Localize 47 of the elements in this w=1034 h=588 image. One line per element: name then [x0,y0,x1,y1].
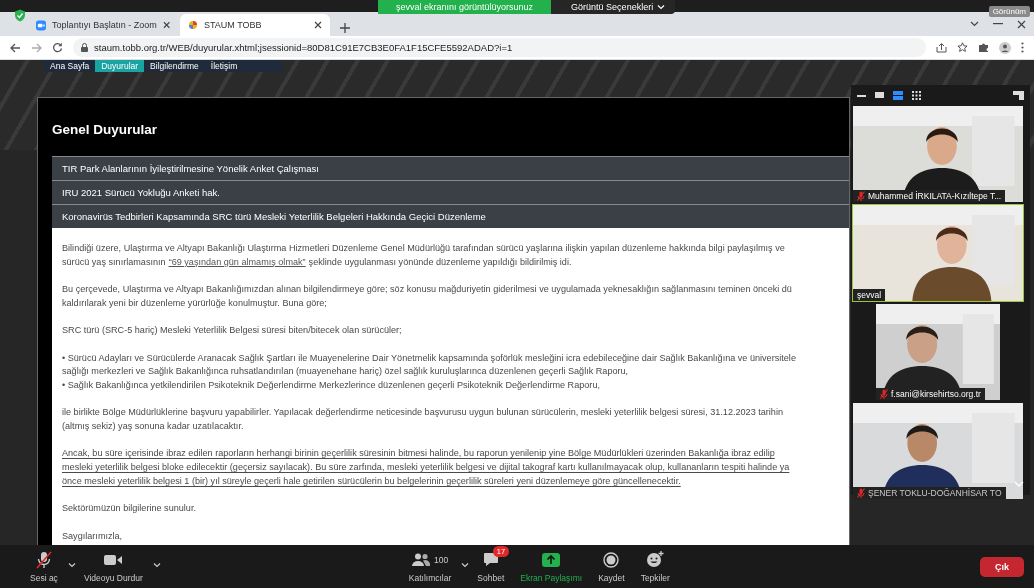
section-title: Genel Duyurular [52,122,159,139]
participant-count: 100 [433,554,449,565]
text-line: kaldırılarak yeni bir düzenleme yürürlüğe konulmuştur. Buna göre; [62,296,327,310]
participant-name: f.sani@kirsehirtso.org.tr [891,389,981,399]
participant-name: Muhammed İRKILATA-Kızıltepe T... [868,191,1002,201]
accordion-header[interactable]: Koronavirüs Tedbirleri Kapsamında SRC türü Mesleki Yeterlilik Belgeleri Hakkında Geçici Düzenleme [52,204,849,228]
tab-title: Toplantıyı Başlatın - Zoom [52,20,157,30]
text-line: Sektörümüzün bilgilerine sunulur. [62,502,196,516]
reactions-button[interactable]: Tepkiler [632,545,678,588]
accordion-header[interactable]: TIR Park Alanlarının İyileştirilmesine Yönelik Anket Çalışması [52,156,849,180]
text-line: Saygılarımızla, [62,529,123,543]
text-line: (altmış sekiz) yaş sonuna kadar uzatılacaktır. [62,420,244,434]
text-line: ile birlikte Bölge Müdürlüklerine başvuru yapabilirler. Yapılacak değerlendirme neticesinde başvurusu uygun bulunan sürücülerin, mesleki yeterlilik belgesi süresi, 31.12.2023 tarihin [62,406,783,420]
text-line: mesleki yeterlilik belgesi bloke edilecektir (geçersiz sayılacak). Bu süre zarfında, mesleki yeterlilik belgesi ve dijital takograf kartı kullanılmayacak olup, kullananların tespiti halinde ya [62,461,790,475]
address-field[interactable]: staum.tobb.org.tr/WEB/duyurular.xhtml;jsessionid=80D81C91E7CB3E0FA1F15CFE5592ADAD?i=1 [73,38,926,57]
nav-link[interactable]: Bilgilendirme [144,60,205,72]
accordion-header[interactable]: IRU 2021 Sürücü Yokluğu Anketi hak. [52,180,849,204]
view-options-button[interactable]: Görüntü Seçenekleri [551,0,676,14]
share-button[interactable]: Ekran Paylaşımı [512,545,591,588]
text-line: sağlığı merkezleri ve Sağlık Bakanlığınca ruhsatlandırılan (muayenehane hariç) özel sağlık kuruluşlarınca düzenlenen geçerli Sağlık Raporu, [62,365,629,379]
browser-tab[interactable]: STAUM TOBB [180,14,330,36]
video-tile[interactable]: Muhammed İRKILATA-Kızıltepe T... [852,105,1024,203]
text-line: şeklinde uygulanması yönünde düzenleme yapıldığı bildirilmiş idi. [308,255,572,269]
text-line: • Sağlık Bakanlığınca yetkilendirilen Psikoteknik Değerlendirme Merkezlerince düzenlenen geçerli Psikoteknik Değerlendirme Raporu, [62,379,600,392]
participant-name: ŞENER TOKLU-DOĞANHİSAR TO [868,488,1002,498]
mic-button[interactable]: Sesi aç [22,545,66,588]
leave-button[interactable]: Çık [980,556,1024,577]
participants-button[interactable]: 100 Katılımcılar [400,545,460,588]
text-line: Bu çerçevede, Ulaştırma ve Altyapı Bakanlığımızdan alınan bilgilendirmeye göre; söz konusu mağduriyetin giderilmesi ve uygulamada yeknesaklığın sağlanmasını teminen önceki dü [62,283,792,297]
text-line: sürücü yaş sınırlamasının [62,255,166,269]
tab-title: STAUM TOBB [204,20,263,30]
browser-tab[interactable]: Toplantıyı Başlatın - Zoom [28,14,178,36]
text-line: Ancak, bu süre içerisinde ibraz edilen raporların herhangi birinin geçerlilik süresinin bitmesi halinde, bu raporun yenilenip yine Bölge Müdürlükleri üzerinden Bakanlığa ibraz edilip [62,447,775,461]
video-tile[interactable]: şevval [852,204,1024,302]
video-tile[interactable]: f.sani@kirsehirtso.org.tr [875,303,1001,401]
record-button[interactable]: Kaydet [590,545,633,588]
text-line: • Sürücü Adayları ve Sürücülerde Aranacak Sağlık Şartları ile Muayenelerine Dair Yönetmelik kapsamında şoförlük mesleğini icra edebileceğine dair Sağlık Bakanlığına ve üniversitele [62,351,796,365]
sharing-banner: şevval ekranını görüntülüyorsunuz [378,0,552,14]
video-tile[interactable]: ŞENER TOKLU-DOĞANHİSAR TO [852,402,1024,500]
text-line: önce mesleki yeterlilik belgesi 1 (bir) yıl süreyle geçerli hale getirilen sürücülerin bu belgelerinin geçerlilik süreleri yeni düzenlemeye göre güncellenecektir. [62,474,681,488]
video-button[interactable]: Videoyu Durdur [75,545,151,588]
text-line: SRC türü (SRC-5 hariç) Mesleki Yeterlilik Belgesi süresi biten/bitecek olan sürücüler; [62,324,402,338]
text-line: Bilindiği üzere, Ulaştırma ve Altyapı Bakanlığı Ulaştırma Hizmetleri Düzenleme Genel Müdürlüğü tarafından sürücü yaşlarına ilişkin yapılan düzenleme hakkında bilgi paylaşılmış ve [62,242,785,255]
nav-link[interactable]: Ana Sayfa [44,60,96,72]
link[interactable]: “69 yaşından gün almamış olmak” [168,255,306,270]
participant-name: şevval [857,290,882,300]
nav-link[interactable]: İletişim [204,60,244,72]
